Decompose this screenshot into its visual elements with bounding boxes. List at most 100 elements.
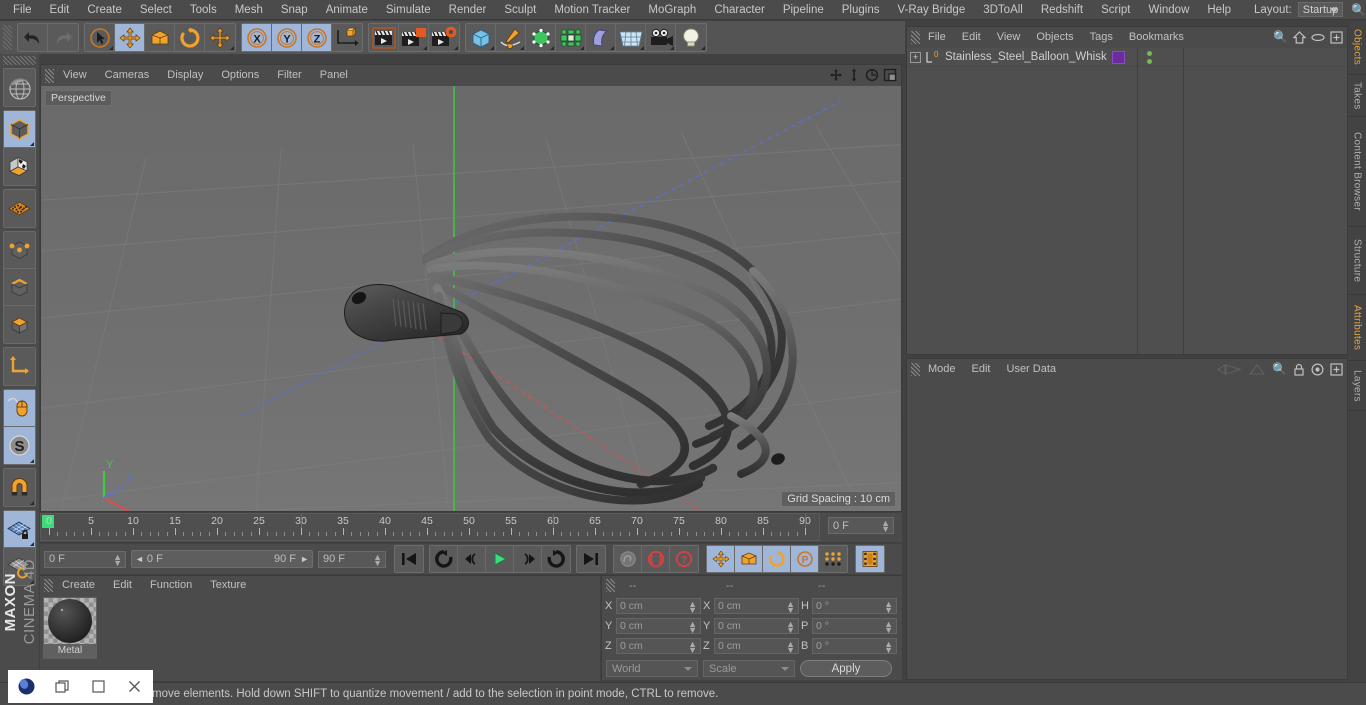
points-grid-button[interactable] [4, 190, 35, 227]
home-icon[interactable] [1293, 30, 1306, 44]
array-button[interactable] [556, 24, 586, 51]
make-editable-button[interactable] [4, 69, 35, 106]
restore-icon[interactable] [44, 670, 80, 703]
next-frame-button[interactable] [514, 546, 542, 572]
lock-x-button[interactable]: X [242, 24, 272, 51]
add-cube-button[interactable] [466, 24, 496, 51]
viewport-3d-canvas[interactable]: Y X Z [41, 86, 901, 511]
object-row[interactable]: + 0 Stainless_Steel_Balloon_Whisk [907, 48, 1347, 67]
coordinate-system-dropdown[interactable]: World [606, 660, 698, 677]
axis-mode-button[interactable] [4, 348, 35, 385]
material-menu-create[interactable]: Create [53, 576, 104, 595]
rotation-key-button[interactable] [763, 546, 791, 572]
coordinate-mode-dropdown[interactable]: Scale [703, 660, 795, 677]
add-panel-icon[interactable] [1330, 30, 1343, 44]
stepper-icon[interactable]: ▲ ▼ [786, 599, 795, 614]
left-toolbar-grip[interactable] [3, 56, 36, 65]
max-frame-field[interactable]: 90 F ▲ ▼ [318, 550, 386, 568]
position-x-field[interactable]: 0 cm ▲ ▼ [616, 597, 701, 614]
range-right-arrow-icon[interactable]: ► [300, 554, 309, 564]
stepper-icon[interactable]: ▲ ▼ [688, 599, 697, 614]
render-settings-button[interactable] [429, 24, 459, 51]
timeline-ruler[interactable]: 051015202530354045505560657075808590 [40, 513, 820, 541]
select-tool-button[interactable] [85, 24, 115, 51]
point-level-animation-button[interactable] [819, 546, 847, 572]
menu-item-redshift[interactable]: Redshift [1032, 0, 1092, 20]
menu-item-pipeline[interactable]: Pipeline [774, 0, 833, 20]
search-icon[interactable]: 🔍 [1272, 362, 1287, 376]
panel-tab-content-browser[interactable]: Content Browser [1348, 117, 1366, 227]
edge-mode-button[interactable] [4, 269, 35, 306]
add-panel-icon[interactable] [1330, 362, 1343, 376]
attributes-grip[interactable] [911, 363, 920, 376]
viewport-menu-grip[interactable] [45, 68, 54, 83]
position-y-field[interactable]: 0 cm ▲ ▼ [616, 617, 701, 634]
menu-item-sculpt[interactable]: Sculpt [495, 0, 545, 20]
play-forward-loop-button[interactable] [542, 546, 570, 572]
current-frame-field[interactable]: 0 F ▲ ▼ [44, 550, 126, 568]
stepper-icon[interactable]: ▲ ▼ [786, 639, 795, 654]
world-coordinates-button[interactable] [332, 24, 362, 51]
viewport-menu-cameras[interactable]: Cameras [96, 65, 159, 86]
close-icon[interactable] [117, 670, 153, 703]
panel-tab-objects[interactable]: Objects [1348, 21, 1366, 75]
layout-dropdown[interactable]: Startup [1297, 2, 1344, 17]
stepper-icon[interactable]: ▲ ▼ [688, 619, 697, 634]
render-region-button[interactable] [399, 24, 429, 51]
material-menu-grip[interactable] [44, 579, 53, 592]
object-menu-tags[interactable]: Tags [1082, 27, 1121, 48]
stepper-icon[interactable]: ▲ ▼ [688, 639, 697, 654]
scale-key-button[interactable] [735, 546, 763, 572]
rotation-p-field[interactable]: 0 ° ▲ ▼ [812, 617, 897, 634]
menu-item-script[interactable]: Script [1092, 0, 1139, 20]
viewport-menu-panel[interactable]: Panel [311, 65, 357, 86]
material-item[interactable]: Metal [43, 597, 97, 659]
visibility-render-dot-icon[interactable] [1147, 59, 1152, 64]
viewport-menu-options[interactable]: Options [212, 65, 268, 86]
menu-item-create[interactable]: Create [78, 0, 131, 20]
ellipse-icon[interactable] [1311, 31, 1325, 44]
autokeying-button[interactable] [642, 546, 670, 572]
stepper-icon[interactable]: ▲ ▼ [786, 619, 795, 634]
viewport-solo-button[interactable] [4, 390, 35, 427]
size-z-field[interactable]: 0 cm ▲ ▼ [714, 637, 799, 654]
point-mode-button[interactable] [4, 232, 35, 269]
range-left-arrow-icon[interactable]: ◄ [135, 554, 144, 564]
pan-view-icon[interactable] [829, 68, 843, 82]
zoom-view-icon[interactable] [847, 68, 861, 82]
attributes-menu-user-data[interactable]: User Data [999, 359, 1065, 380]
object-menu-file[interactable]: File [920, 27, 954, 48]
size-y-field[interactable]: 0 cm ▲ ▼ [714, 617, 799, 634]
menu-item-simulate[interactable]: Simulate [377, 0, 440, 20]
material-list[interactable]: Metal [40, 595, 600, 681]
lock-y-button[interactable]: Y [272, 24, 302, 51]
up-nav-icon[interactable] [1248, 363, 1266, 376]
panel-tab-takes[interactable]: Takes [1348, 75, 1366, 117]
magnet-button[interactable] [4, 469, 35, 506]
object-menu-bookmarks[interactable]: Bookmarks [1121, 27, 1192, 48]
snap-mode-button[interactable]: S [4, 427, 35, 464]
position-key-button[interactable] [707, 546, 735, 572]
object-manager-grip[interactable] [911, 31, 920, 44]
menu-item-tools[interactable]: Tools [181, 0, 226, 20]
rotate-tool-button[interactable] [175, 24, 205, 51]
menu-item-character[interactable]: Character [705, 0, 774, 20]
lock-z-button[interactable]: Z [302, 24, 332, 51]
menu-item-plugins[interactable]: Plugins [833, 0, 889, 20]
object-tree[interactable]: + 0 Stainless_Steel_Balloon_Whisk [907, 48, 1347, 354]
go-to-end-button[interactable] [577, 546, 605, 572]
frame-range-slider[interactable]: ◄ 0 F 90 F ► [131, 550, 313, 568]
stepper-icon[interactable]: ▲ ▼ [884, 619, 893, 634]
record-active-objects-button[interactable] [614, 546, 642, 572]
viewport-menu-view[interactable]: View [54, 65, 96, 86]
viewport-menu-filter[interactable]: Filter [268, 65, 310, 86]
panel-tab-attributes[interactable]: Attributes [1348, 295, 1366, 361]
menu-item-animate[interactable]: Animate [317, 0, 377, 20]
texture-mode-button[interactable] [4, 148, 35, 185]
bend-deformer-button[interactable] [586, 24, 616, 51]
rotation-h-field[interactable]: 0 ° ▲ ▼ [812, 597, 897, 614]
move-tool-button[interactable] [115, 24, 145, 51]
viewport-menu-display[interactable]: Display [158, 65, 212, 86]
render-view-button[interactable] [369, 24, 399, 51]
menu-item-select[interactable]: Select [131, 0, 181, 20]
